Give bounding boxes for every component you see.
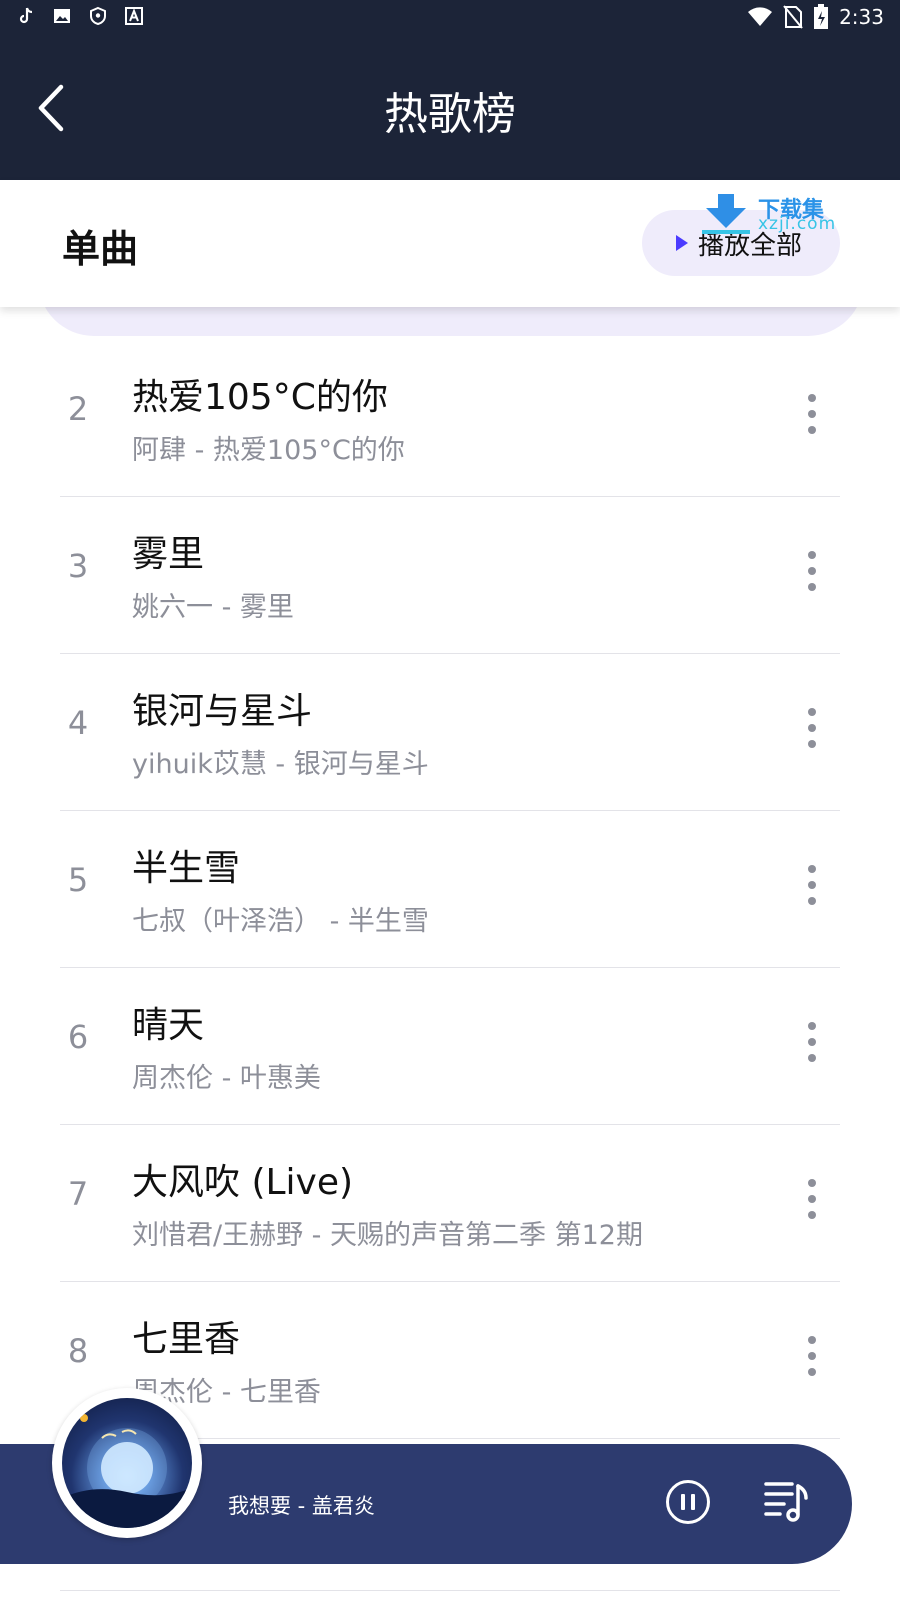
song-row[interactable]: 5 半生雪 七叔（叶泽浩） - 半生雪: [0, 811, 900, 968]
app-screen: 2:33 热歌榜 单曲 播放全部 下载集 xzji.com 2 热爱105°C的…: [0, 0, 900, 1600]
battery-icon: [814, 4, 829, 29]
song-rank: 3: [67, 547, 89, 585]
song-subtitle: 阿肆 - 热爱105°C的你: [132, 435, 405, 466]
more-options-icon[interactable]: [796, 1332, 828, 1380]
status-bar-notifications: [16, 6, 144, 26]
watermark-logo: 下载集 xzji.com: [702, 192, 842, 236]
more-options-icon[interactable]: [796, 390, 828, 438]
watermark-domain: xzji.com: [758, 214, 837, 234]
shield-icon: [90, 6, 106, 26]
playlist-icon[interactable]: [762, 1476, 810, 1526]
song-row[interactable]: 2 热爱105°C的你 阿肆 - 热爱105°C的你: [0, 340, 900, 497]
no-sim-icon: [783, 5, 803, 29]
download-arrow-icon: [702, 194, 750, 234]
song-subtitle: yihuik苡慧 - 银河与星斗: [132, 749, 429, 780]
bottom-divider: [60, 1590, 840, 1591]
song-title: 雾里: [132, 534, 205, 575]
top-header: 2:33 热歌榜: [0, 0, 900, 180]
album-art-image: [62, 1398, 192, 1528]
song-row[interactable]: 7 大风吹 (Live) 刘惜君/王赫野 - 天赐的声音第二季 第12期: [0, 1125, 900, 1282]
album-art-moon: [62, 1414, 192, 1528]
status-bar: 2:33: [0, 0, 900, 36]
song-subtitle: 姚六一 - 雾里: [132, 592, 294, 623]
song-row[interactable]: 6 晴天 周杰伦 - 叶惠美: [0, 968, 900, 1125]
wifi-icon: [748, 7, 773, 26]
song-title: 银河与星斗: [132, 691, 313, 732]
song-title: 热爱105°C的你: [132, 377, 388, 418]
image-icon: [54, 9, 70, 23]
play-icon: [676, 235, 688, 251]
song-subtitle: 周杰伦 - 叶惠美: [132, 1063, 321, 1094]
song-rank: 7: [67, 1175, 89, 1213]
more-options-icon[interactable]: [796, 547, 828, 595]
song-title: 半生雪: [132, 848, 241, 889]
section-title: 单曲: [62, 227, 139, 271]
song-rank: 4: [67, 704, 89, 742]
page-title: 热歌榜: [384, 89, 516, 140]
more-options-icon[interactable]: [796, 1175, 828, 1223]
song-title: 大风吹 (Live): [132, 1162, 354, 1203]
song-row[interactable]: 4 银河与星斗 yihuik苡慧 - 银河与星斗: [0, 654, 900, 811]
more-options-icon[interactable]: [796, 1018, 828, 1066]
song-title: 七里香: [132, 1319, 241, 1360]
more-options-icon[interactable]: [796, 704, 828, 752]
song-rank: 8: [67, 1332, 89, 1370]
status-bar-time: 2:33: [839, 5, 884, 29]
song-rank: 5: [67, 861, 89, 899]
tiktok-icon: [19, 7, 33, 24]
song-subtitle: 七叔（叶泽浩） - 半生雪: [132, 906, 429, 937]
song-row[interactable]: 3 雾里 姚六一 - 雾里: [0, 497, 900, 654]
song-rank: 2: [67, 390, 89, 428]
album-cover[interactable]: [52, 1388, 202, 1538]
song-subtitle: 刘惜君/王赫野 - 天赐的声音第二季 第12期: [132, 1220, 643, 1251]
song-rank: 6: [67, 1018, 89, 1056]
status-bar-system: 2:33: [747, 4, 884, 30]
now-playing-text: 我想要 - 盖君炎: [228, 1494, 375, 1518]
song-title: 晴天: [132, 1005, 205, 1046]
font-icon: [125, 7, 143, 25]
more-options-icon[interactable]: [796, 861, 828, 909]
pause-icon[interactable]: [666, 1480, 710, 1524]
